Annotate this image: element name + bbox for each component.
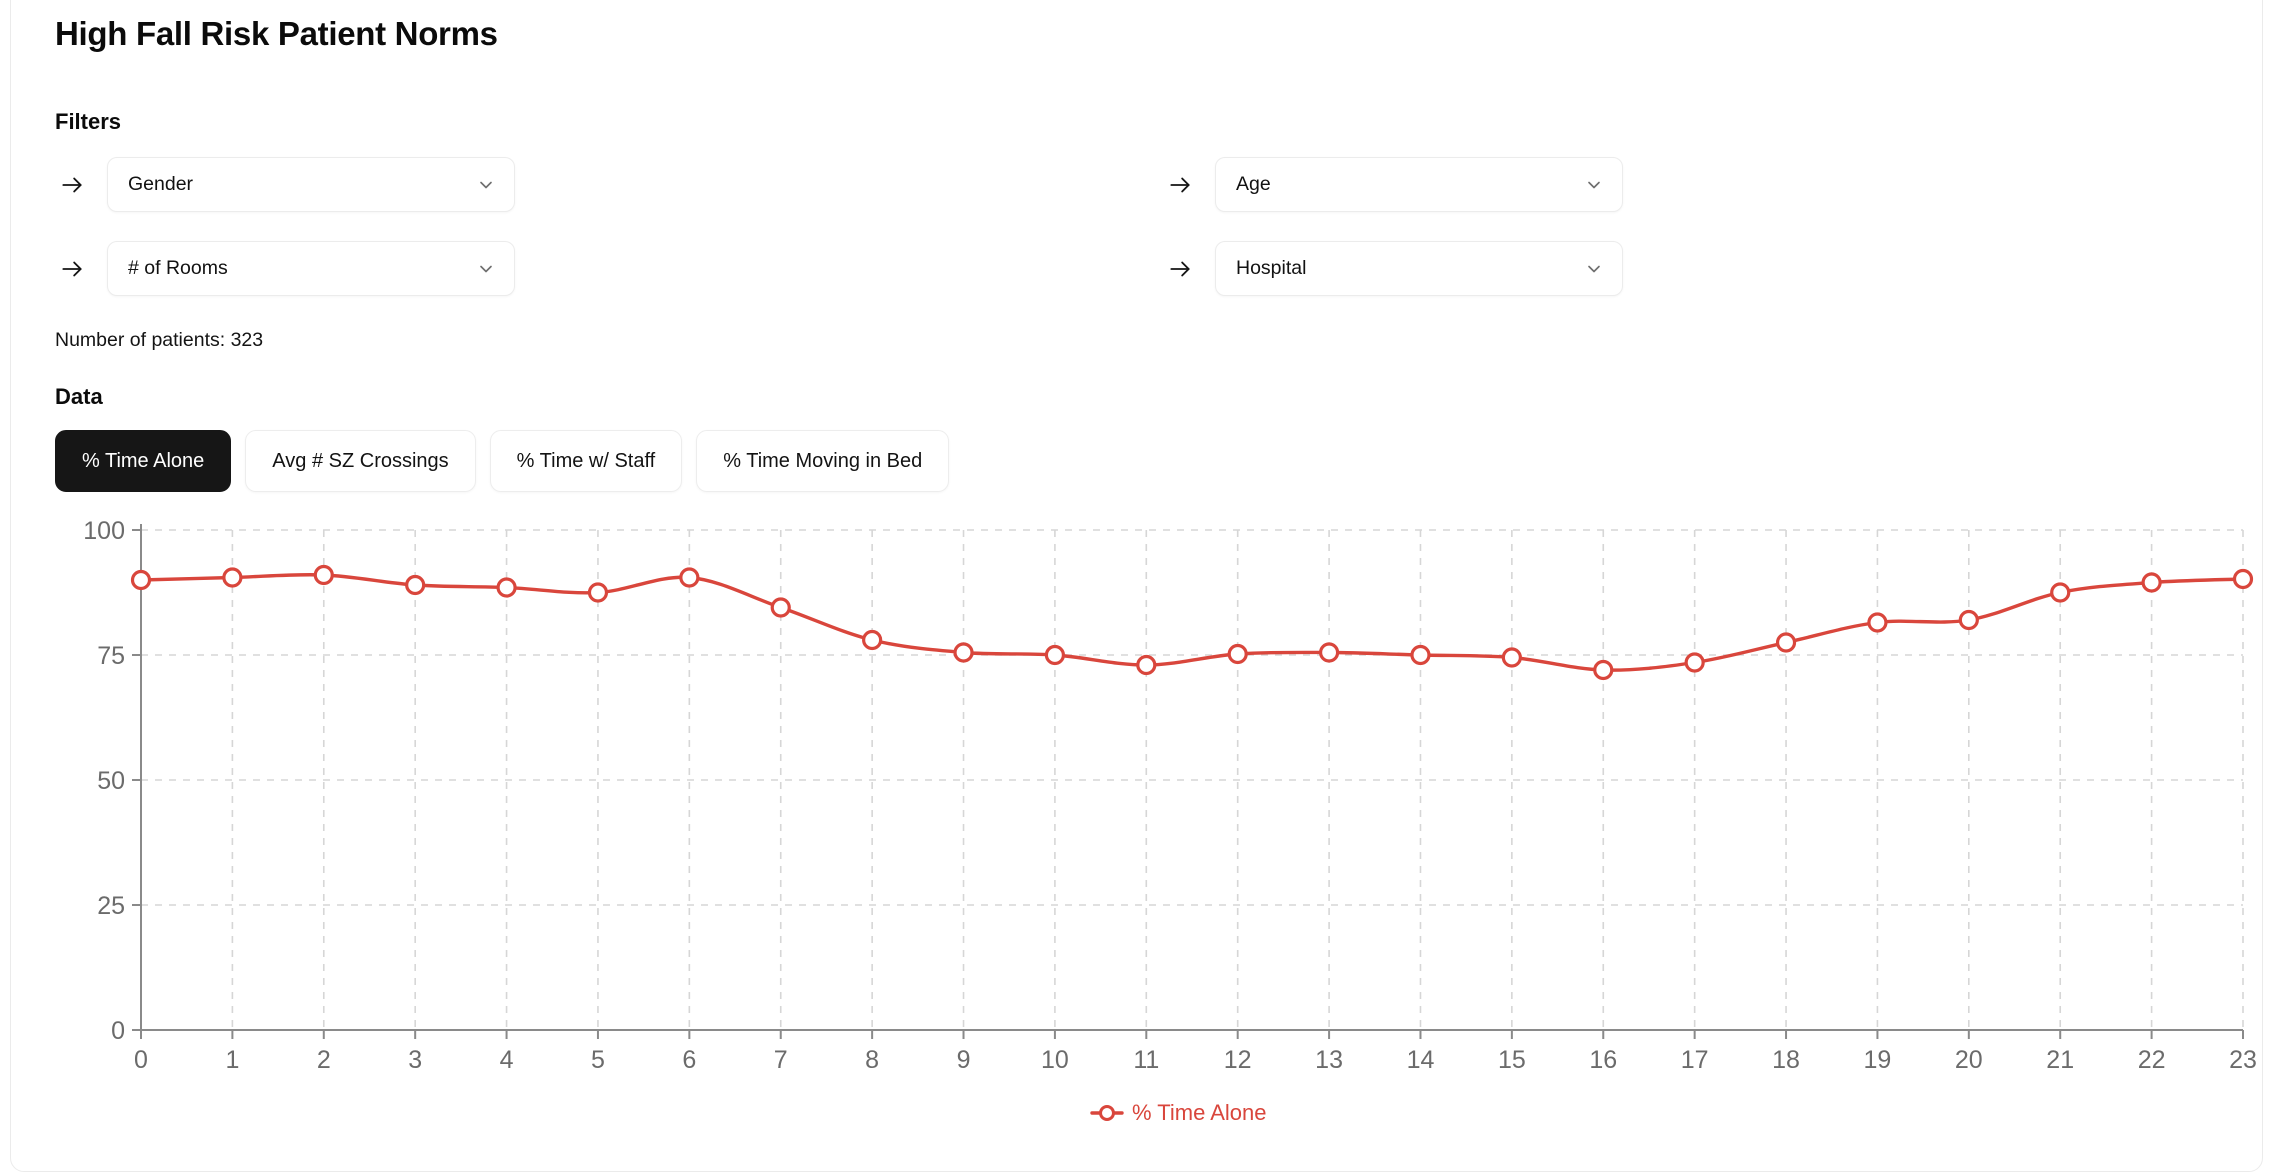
dashboard-card: High Fall Risk Patient Norms Filters Gen… [10, 0, 2263, 1172]
svg-text:100: 100 [83, 517, 125, 545]
svg-text:2: 2 [317, 1046, 331, 1074]
gender-select-label: Gender [128, 173, 194, 195]
svg-text:20: 20 [1955, 1046, 1983, 1074]
filter-row-age: Age [1163, 157, 1623, 212]
chart-axes [140, 524, 2243, 1031]
tab-time-moving-bed[interactable]: % Time Moving in Bed [696, 430, 950, 492]
svg-text:15: 15 [1498, 1046, 1526, 1074]
svg-text:6: 6 [682, 1046, 696, 1074]
chart-series-time-alone [130, 564, 2254, 681]
patient-count-label: Number of patients: 323 [55, 329, 264, 351]
svg-text:17: 17 [1681, 1046, 1709, 1074]
svg-text:0: 0 [134, 1046, 148, 1074]
page-title: High Fall Risk Patient Norms [55, 15, 498, 52]
chevron-down-icon [1584, 259, 1604, 279]
svg-text:25: 25 [97, 892, 125, 920]
legend-label-time-alone: % Time Alone [1132, 1100, 1267, 1125]
chart-svg: 0255075100 0 1 2 3 4 5 6 7 8 9 10 11 12 13 14 15 16 17 18 1… [83, 517, 2257, 1125]
svg-text:75: 75 [97, 642, 125, 670]
tab-time-alone[interactable]: % Time Alone [55, 430, 232, 492]
svg-text:14: 14 [1407, 1046, 1435, 1074]
svg-text:12: 12 [1224, 1046, 1252, 1074]
svg-text:19: 19 [1864, 1046, 1892, 1074]
chart-x-axis-ticks: 0 1 2 3 4 5 6 7 8 9 10 11 12 13 14 15 16 17 18 19 20 21 22 23 [134, 1030, 2257, 1074]
svg-text:11: 11 [1133, 1046, 1159, 1074]
chart-legend: % Time Alone [1090, 1100, 1267, 1125]
svg-text:3: 3 [408, 1046, 422, 1074]
hospital-select[interactable]: Hospital [1215, 241, 1623, 296]
chart-y-axis-ticks: 0 25 50 75 100 [83, 517, 141, 1045]
data-tab-group: % Time Alone Avg # SZ Crossings % Time w… [55, 430, 950, 492]
svg-text:1: 1 [225, 1046, 239, 1074]
svg-text:16: 16 [1589, 1046, 1617, 1074]
arrow-right-icon [1163, 252, 1197, 286]
chevron-down-icon [476, 175, 496, 195]
svg-text:22: 22 [2138, 1046, 2166, 1074]
filter-row-gender: Gender [55, 157, 515, 212]
svg-text:13: 13 [1315, 1046, 1343, 1074]
svg-text:10: 10 [1041, 1046, 1069, 1074]
svg-text:7: 7 [774, 1046, 788, 1074]
arrow-right-icon [55, 252, 89, 286]
arrow-right-icon [55, 168, 89, 202]
age-select-label: Age [1236, 173, 1271, 195]
chevron-down-icon [476, 259, 496, 279]
svg-text:21: 21 [2046, 1046, 2074, 1074]
chevron-down-icon [1584, 175, 1604, 195]
age-select[interactable]: Age [1215, 157, 1623, 212]
svg-text:4: 4 [500, 1046, 514, 1074]
rooms-select-label: # of Rooms [128, 257, 228, 279]
filters-heading: Filters [55, 109, 122, 134]
gender-select[interactable]: Gender [107, 157, 515, 212]
tab-time-with-staff[interactable]: % Time w/ Staff [489, 430, 683, 492]
svg-text:5: 5 [591, 1046, 605, 1074]
svg-text:23: 23 [2229, 1046, 2257, 1074]
data-heading: Data [55, 384, 103, 409]
filter-row-rooms: # of Rooms [55, 241, 515, 296]
svg-text:18: 18 [1772, 1046, 1800, 1074]
svg-text:50: 50 [97, 767, 125, 795]
filter-row-hospital: Hospital [1163, 241, 1623, 296]
svg-text:8: 8 [865, 1046, 879, 1074]
rooms-select[interactable]: # of Rooms [107, 241, 515, 296]
arrow-right-icon [1163, 168, 1197, 202]
svg-text:9: 9 [957, 1046, 971, 1074]
hospital-select-label: Hospital [1236, 257, 1307, 279]
tab-sz-crossings[interactable]: Avg # SZ Crossings [245, 430, 476, 492]
line-chart: 0 25 50 75 100 0 1 2 3 4 5 6 7 8 9 10 11 12 13 14 15 16 17 18 1… [11, 507, 2262, 1127]
chart-gridlines [140, 529, 2244, 1031]
svg-text:0: 0 [111, 1017, 125, 1045]
